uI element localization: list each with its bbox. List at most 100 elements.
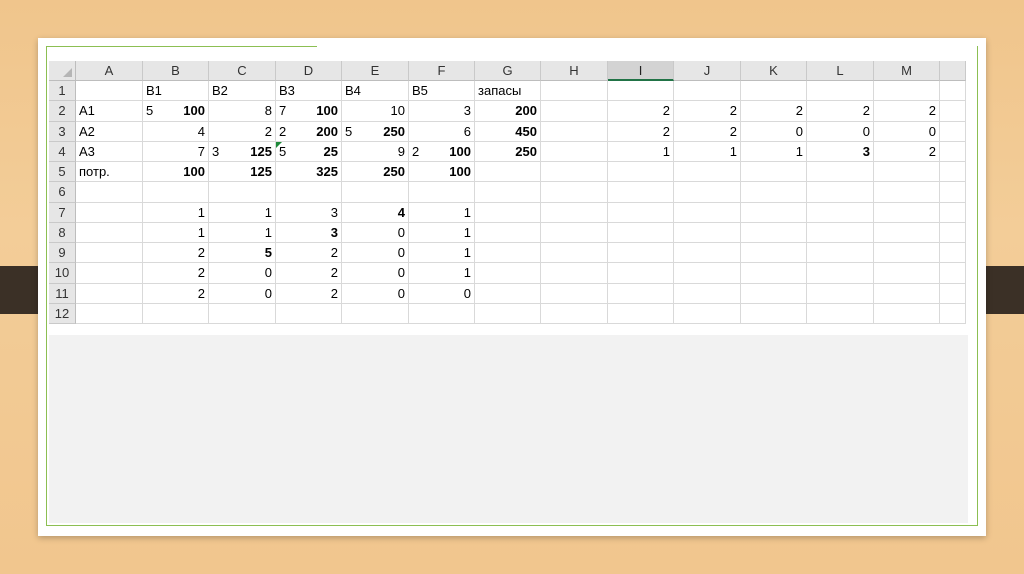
row-header-8[interactable]: 8 xyxy=(49,222,76,243)
cell-j4[interactable]: 1 xyxy=(674,141,741,162)
cell-m6[interactable] xyxy=(874,182,940,203)
cell-h1[interactable] xyxy=(541,81,608,102)
cell-i3[interactable]: 2 xyxy=(608,121,674,142)
select-all-corner[interactable] xyxy=(49,61,76,81)
cell-e6[interactable] xyxy=(342,182,409,203)
row-header-5[interactable]: 5 xyxy=(49,162,76,183)
cell-e2[interactable]: 10 xyxy=(342,101,409,122)
cell-j10[interactable] xyxy=(674,263,741,284)
cell-a4[interactable]: A3 xyxy=(76,141,143,162)
cell-a2[interactable]: A1 xyxy=(76,101,143,122)
cell-c12[interactable] xyxy=(209,303,276,324)
column-header-k[interactable]: K xyxy=(741,61,807,81)
column-header-b[interactable]: B xyxy=(143,61,209,81)
row-header-3[interactable]: 3 xyxy=(49,121,76,142)
cell-f3[interactable]: 6 xyxy=(409,121,475,142)
cell-k10[interactable] xyxy=(741,263,807,284)
cell-a1[interactable] xyxy=(76,81,143,102)
cell-h10[interactable] xyxy=(541,263,608,284)
cell-d12[interactable] xyxy=(276,303,342,324)
cell-g12[interactable] xyxy=(475,303,541,324)
cell-g3[interactable]: 450 xyxy=(475,121,541,142)
cell-l6[interactable] xyxy=(807,182,874,203)
cell-b3[interactable]: 4 xyxy=(143,121,209,142)
cell-g5[interactable] xyxy=(475,162,541,183)
cell-m2[interactable]: 2 xyxy=(874,101,940,122)
cell-f12[interactable] xyxy=(409,303,475,324)
cell-h12[interactable] xyxy=(541,303,608,324)
cell-b12[interactable] xyxy=(143,303,209,324)
cell-f5[interactable]: 100 xyxy=(409,162,475,183)
cell-g8[interactable] xyxy=(475,222,541,243)
cell-i5[interactable] xyxy=(608,162,674,183)
cell-g10[interactable] xyxy=(475,263,541,284)
cell-e7[interactable]: 4 xyxy=(342,202,409,223)
cell-m3[interactable]: 0 xyxy=(874,121,940,142)
cell-f10[interactable]: 1 xyxy=(409,263,475,284)
cell-d8[interactable]: 3 xyxy=(276,222,342,243)
cell-h3[interactable] xyxy=(541,121,608,142)
cell-d10[interactable]: 2 xyxy=(276,263,342,284)
cell-j1[interactable] xyxy=(674,81,741,102)
cell-l9[interactable] xyxy=(807,243,874,264)
cell-m10[interactable] xyxy=(874,263,940,284)
column-header-j[interactable]: J xyxy=(674,61,741,81)
cell-h6[interactable] xyxy=(541,182,608,203)
cell-l1[interactable] xyxy=(807,81,874,102)
cell-l8[interactable] xyxy=(807,222,874,243)
cell-d3[interactable]: 2 200 xyxy=(276,121,342,142)
cell-c3[interactable]: 2 xyxy=(209,121,276,142)
cell-h9[interactable] xyxy=(541,243,608,264)
cell-l12[interactable] xyxy=(807,303,874,324)
cell-a5[interactable]: потр. xyxy=(76,162,143,183)
cell-a9[interactable] xyxy=(76,243,143,264)
cell-c7[interactable]: 1 xyxy=(209,202,276,223)
cell-b1[interactable]: B1 xyxy=(143,81,209,102)
cell-c10[interactable]: 0 xyxy=(209,263,276,284)
column-header-e[interactable]: E xyxy=(342,61,409,81)
cell-d4[interactable]: 5 25 xyxy=(276,141,342,162)
cell-e12[interactable] xyxy=(342,303,409,324)
cell-d2[interactable]: 7 100 xyxy=(276,101,342,122)
cell-d5[interactable]: 325 xyxy=(276,162,342,183)
cell-j8[interactable] xyxy=(674,222,741,243)
cell-l10[interactable] xyxy=(807,263,874,284)
cell-l2[interactable]: 2 xyxy=(807,101,874,122)
cell-k12[interactable] xyxy=(741,303,807,324)
row-header-12[interactable]: 12 xyxy=(49,303,76,324)
cell-i7[interactable] xyxy=(608,202,674,223)
cell-i10[interactable] xyxy=(608,263,674,284)
row-header-6[interactable]: 6 xyxy=(49,182,76,203)
cell-j2[interactable]: 2 xyxy=(674,101,741,122)
cell-c2[interactable]: 8 xyxy=(209,101,276,122)
cell-i2[interactable]: 2 xyxy=(608,101,674,122)
row-header-7[interactable]: 7 xyxy=(49,202,76,223)
row-header-9[interactable]: 9 xyxy=(49,243,76,264)
row-header-11[interactable]: 11 xyxy=(49,283,76,304)
comment-indicator-icon[interactable] xyxy=(276,141,282,148)
cell-j3[interactable]: 2 xyxy=(674,121,741,142)
cell-j6[interactable] xyxy=(674,182,741,203)
cell-m7[interactable] xyxy=(874,202,940,223)
cell-f2[interactable]: 3 xyxy=(409,101,475,122)
cell-m4[interactable]: 2 xyxy=(874,141,940,162)
cell-m12[interactable] xyxy=(874,303,940,324)
cell-d1[interactable]: B3 xyxy=(276,81,342,102)
cell-e8[interactable]: 0 xyxy=(342,222,409,243)
column-header-c[interactable]: C xyxy=(209,61,276,81)
cell-d7[interactable]: 3 xyxy=(276,202,342,223)
cell-i11[interactable] xyxy=(608,283,674,304)
cell-a11[interactable] xyxy=(76,283,143,304)
cell-g9[interactable] xyxy=(475,243,541,264)
column-header-d[interactable]: D xyxy=(276,61,342,81)
row-header-4[interactable]: 4 xyxy=(49,141,76,162)
column-header-h[interactable]: H xyxy=(541,61,608,81)
cell-k11[interactable] xyxy=(741,283,807,304)
cell-e11[interactable]: 0 xyxy=(342,283,409,304)
cell-e1[interactable]: B4 xyxy=(342,81,409,102)
column-header-f[interactable]: F xyxy=(409,61,475,81)
cell-c1[interactable]: B2 xyxy=(209,81,276,102)
cell-h11[interactable] xyxy=(541,283,608,304)
cell-l3[interactable]: 0 xyxy=(807,121,874,142)
cell-b11[interactable]: 2 xyxy=(143,283,209,304)
